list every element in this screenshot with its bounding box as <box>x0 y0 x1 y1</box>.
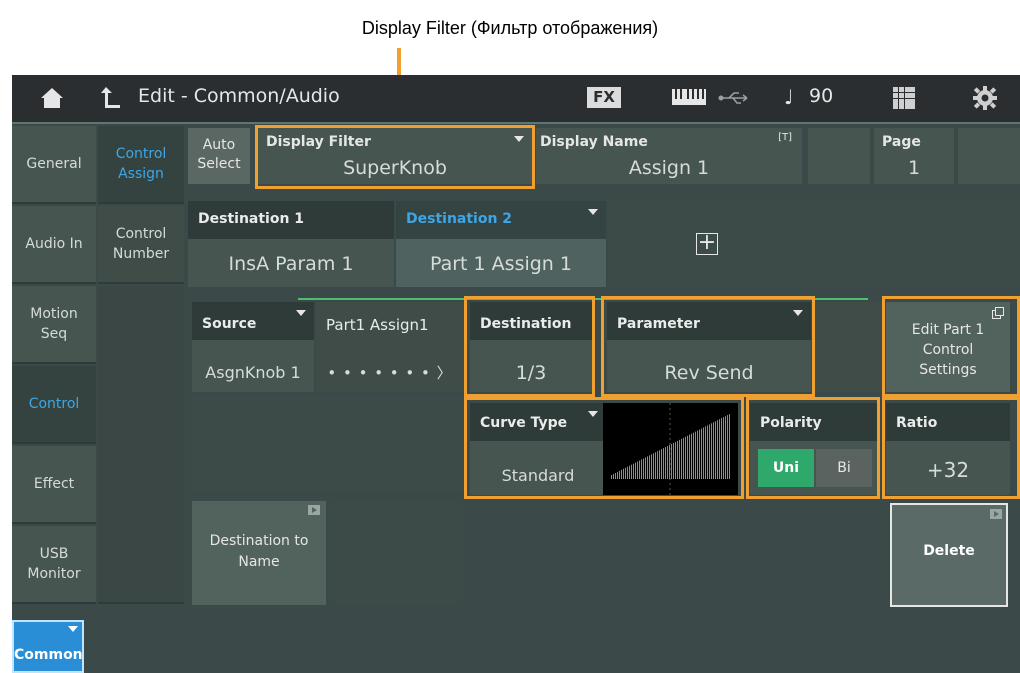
part-assign-indicator: Part1 Assign1 • • • • • • • 〉 <box>316 302 464 392</box>
display-name-label: Display Name <box>540 134 648 150</box>
destination-1-tab[interactable]: Destination 1 InsA Param 1 <box>188 201 394 287</box>
delete-label: Delete <box>923 543 975 559</box>
common-button[interactable]: Common <box>12 620 84 673</box>
destination-1-label: Destination 1 <box>188 201 394 239</box>
sidebar-item-general[interactable]: General <box>12 126 96 204</box>
dropdown-arrow-icon <box>68 626 78 632</box>
display-name-field[interactable]: Display Name [T] Assign 1 <box>536 128 802 184</box>
destination-2-value: Part 1 Assign 1 <box>430 253 572 275</box>
source-field[interactable]: Source AsgnKnob 1 <box>192 302 314 392</box>
highlight-destination <box>464 296 595 397</box>
page-title: Edit - Common/Audio <box>138 85 340 107</box>
annotation-title: Display Filter (Фильтр отображения) <box>361 18 659 38</box>
page-field[interactable]: Page 1 <box>874 128 954 184</box>
dropdown-arrow-icon <box>588 209 598 215</box>
gear-icon[interactable] <box>972 85 998 111</box>
common-button-label: Common <box>14 647 83 663</box>
blank-cell <box>808 128 870 184</box>
topbar-divider <box>12 122 1020 124</box>
blank-cell <box>192 395 464 491</box>
source-label: Source <box>192 302 314 340</box>
sidebar-item-control[interactable]: Control <box>12 366 96 444</box>
highlight-ratio <box>882 397 1020 499</box>
destination-to-name-label: Destination to Name <box>209 533 309 570</box>
usb-icon <box>718 92 748 104</box>
part-assign-label: Part1 Assign1 <box>326 316 429 334</box>
blank-cell <box>330 501 462 605</box>
destination-2-label: Destination 2 <box>396 201 606 239</box>
tab-control-number[interactable]: Control Number <box>98 206 184 284</box>
plus-icon: + <box>696 230 718 255</box>
expand-icon <box>308 505 320 515</box>
sidebar-item-usb-monitor[interactable]: USB Monitor <box>12 526 96 604</box>
blank-cell <box>958 128 1020 184</box>
destination-2-tab[interactable]: Destination 2 Part 1 Assign 1 <box>396 201 606 287</box>
grid-icon[interactable] <box>893 87 915 109</box>
text-edit-icon: [T] <box>778 132 792 143</box>
page-label: Page <box>882 134 921 150</box>
blank-cell <box>812 201 1020 287</box>
add-destination-button[interactable]: + <box>608 201 810 287</box>
display-name-value: Assign 1 <box>628 157 710 179</box>
home-icon[interactable] <box>40 87 64 109</box>
keyboard-icon <box>672 89 706 105</box>
expand-icon <box>990 509 1002 519</box>
fx-badge[interactable]: FX <box>587 87 621 108</box>
top-bar: Edit - Common/Audio FX ♩ 90 <box>12 75 1020 122</box>
source-value: AsgnKnob 1 <box>205 363 301 382</box>
auto-select-label: Auto Select <box>197 137 241 172</box>
delete-button[interactable]: Delete <box>890 503 1008 607</box>
destination-1-value: InsA Param 1 <box>228 253 354 275</box>
page-value: 1 <box>907 157 921 179</box>
note-icon: ♩ <box>784 85 794 109</box>
blank-cell <box>815 302 881 392</box>
sidebar-item-motion-seq[interactable]: Motion Seq <box>12 286 96 364</box>
auto-select-button[interactable]: Auto Select <box>188 128 250 184</box>
back-icon[interactable] <box>100 85 122 109</box>
sidebar-item-audio-in[interactable]: Audio In <box>12 206 96 284</box>
sidebar-item-effect[interactable]: Effect <box>12 446 96 524</box>
highlight-edit-part <box>882 296 1020 397</box>
destination-to-name-button[interactable]: Destination to Name <box>192 501 326 605</box>
highlight-polarity <box>746 397 880 499</box>
synth-screen: Edit - Common/Audio FX ♩ 90 General Audi… <box>12 75 1020 673</box>
subtab-empty-area <box>98 286 184 604</box>
dropdown-arrow-icon <box>296 310 306 316</box>
part-assign-dots: • • • • • • • 〉 <box>327 364 453 382</box>
tab-control-assign[interactable]: Control Assign <box>98 126 184 204</box>
highlight-parameter <box>601 296 815 397</box>
tempo-value[interactable]: 90 <box>809 85 833 107</box>
highlight-display-filter <box>255 125 535 189</box>
highlight-curve-type <box>464 397 744 499</box>
